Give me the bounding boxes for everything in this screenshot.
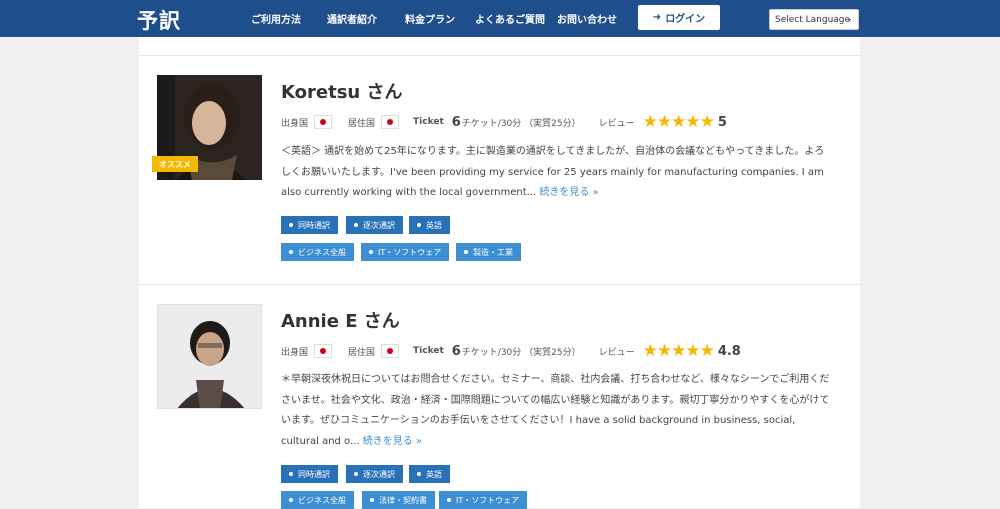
nav-interpreters[interactable]: 通訳者紹介	[327, 11, 377, 26]
tag-consecutive[interactable]: 逐次通訳	[346, 465, 403, 483]
login-label: ログイン	[665, 14, 706, 25]
tag-simultaneous[interactable]: 同時通訳	[281, 465, 338, 483]
interpreter-photo[interactable]	[157, 304, 262, 409]
recommended-badge: オススメ	[152, 156, 198, 172]
login-icon: ➜	[652, 12, 662, 23]
rating-stars-icon: ★★★★★	[642, 112, 715, 132]
japan-flag-icon	[381, 344, 400, 358]
tag-simultaneous[interactable]: 同時通訳	[281, 216, 338, 234]
interpreter-name[interactable]: Koretsu さん	[281, 78, 402, 104]
tag-business[interactable]: ビジネス全般	[281, 491, 354, 509]
tag-consecutive[interactable]: 逐次通訳	[346, 216, 403, 234]
login-button[interactable]: ➜ ログイン	[638, 5, 720, 30]
chevron-down-icon: ⌄	[845, 14, 853, 24]
interpreter-meta: 出身国 居住国 Ticket 6 チケット/30分 （実質25分） レビュー ★…	[281, 112, 727, 132]
ticket-unit: チケット/30分 （実質25分）	[461, 118, 581, 129]
interpreter-description: ＊早朝深夜休祝日についてはお問合せください。セミナー、商談、社内会議、打ち合わせ…	[281, 370, 831, 452]
tag-english[interactable]: 英語	[409, 465, 450, 483]
site-header: 予訳 ご利用方法 通訳者紹介 料金プラン よくあるご質問 お問い合わせ ➜ ログ…	[0, 0, 1000, 37]
interpreter-name[interactable]: Annie E さん	[281, 307, 400, 333]
tag-it-software[interactable]: IT・ソフトウェア	[361, 243, 450, 261]
tag-english[interactable]: 英語	[409, 216, 450, 234]
ticket-count: 6	[451, 114, 461, 130]
ticket-label: Ticket	[413, 346, 444, 356]
japan-flag-icon	[314, 115, 333, 129]
japan-flag-icon	[381, 115, 400, 129]
divider	[139, 55, 860, 56]
language-select[interactable]: Select Language ⌄	[769, 9, 859, 30]
ticket-label: Ticket	[413, 117, 444, 127]
ticket-count: 6	[451, 343, 461, 359]
nav-pricing[interactable]: 料金プラン	[405, 11, 455, 26]
tag-law-contracts[interactable]: 法律・契約書	[362, 491, 435, 509]
nav-faq[interactable]: よくあるご質問	[475, 11, 545, 26]
origin-label: 出身国	[281, 347, 309, 358]
review-label: レビュー	[598, 118, 635, 129]
ticket-unit: チケット/30分 （実質25分）	[461, 347, 581, 358]
rating-stars-icon: ★★★★★	[642, 341, 715, 361]
read-more-link[interactable]: 続きを見る »	[539, 187, 598, 198]
site-logo[interactable]: 予訳	[137, 5, 181, 35]
origin-label: 出身国	[281, 118, 309, 129]
tag-business[interactable]: ビジネス全般	[281, 243, 354, 261]
nav-how-to-use[interactable]: ご利用方法	[251, 11, 301, 26]
read-more-link[interactable]: 続きを見る »	[363, 436, 422, 447]
tag-it-software[interactable]: IT・ソフトウェア	[439, 491, 528, 509]
residence-label: 居住国	[348, 118, 376, 129]
tag-manufacturing[interactable]: 製造・工業	[456, 243, 521, 261]
nav-contact[interactable]: お問い合わせ	[557, 11, 617, 26]
rating-score: 4.8	[717, 343, 741, 359]
residence-label: 居住国	[348, 347, 376, 358]
interpreter-meta: 出身国 居住国 Ticket 6 チケット/30分 （実質25分） レビュー ★…	[281, 341, 741, 361]
rating-score: 5	[717, 114, 727, 130]
language-select-value: Select Language	[775, 14, 851, 25]
review-label: レビュー	[598, 347, 635, 358]
japan-flag-icon	[314, 344, 333, 358]
interpreter-description: ＜英語＞ 通訳を始めて25年になります。主に製造業の通訳をしてきましたが、自治体…	[281, 142, 831, 204]
divider	[139, 284, 860, 285]
